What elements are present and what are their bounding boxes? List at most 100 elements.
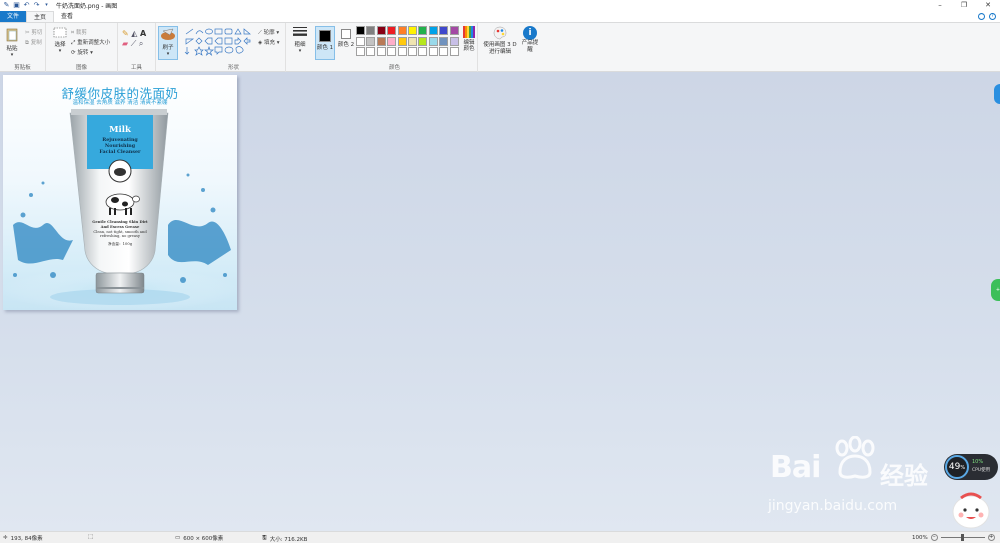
palette-color-swatch[interactable] [439,36,449,46]
zoom-out-icon[interactable]: – [930,534,938,541]
palette-color-swatch[interactable] [428,26,438,35]
ribbon-tabs: 文件 主页 查看 ⌃ ? [0,11,1000,22]
tab-view[interactable]: 查看 [54,11,80,22]
zoom-slider[interactable] [940,534,985,541]
palette-color-swatch[interactable] [356,26,365,35]
save-icon[interactable]: ▣ [13,2,20,9]
cursor-position: ✛ 193, 84像素 [3,534,43,542]
palette-color-swatch[interactable] [439,47,449,56]
palette-color-swatch[interactable] [397,26,407,35]
image-dimensions: ▭ 600 × 600像素 [175,534,223,542]
undo-icon[interactable]: ↶ [23,2,30,9]
tools-group: ✎ ◭ A ▰ ⟋ ⌕ 工具 [118,23,156,72]
palette-color-swatch[interactable] [387,36,397,46]
product-brand: Milk [109,125,131,135]
color1-label: 颜色 1 [316,45,334,51]
copy-button[interactable]: ⧉ 复制 [25,38,42,47]
watermark-cn: 经验 [880,462,928,490]
palette-color-swatch[interactable] [449,47,459,56]
palette-color-swatch[interactable] [387,47,397,56]
tools-group-label: 工具 [130,65,142,71]
clipboard-group-label: 剪贴板 [14,65,31,71]
palette-color-swatch[interactable] [376,26,386,35]
customize-qa-chevron-icon[interactable]: ▾ [43,2,50,9]
maximize-button[interactable]: ❐ [952,0,976,11]
selection-size: ⬚ [88,534,93,540]
palette-color-swatch[interactable] [418,36,428,46]
palette-color-swatch[interactable] [449,36,459,46]
eraser-icon[interactable]: ▰ [122,39,128,48]
clipboard-group: 粘贴 ▾ ✂ 剪切 ⧉ 复制 剪贴板 [0,23,46,72]
product-alert-button[interactable]: i 产品提醒 [520,26,540,53]
info-icon: i [523,26,537,40]
zoom-controls: 100% – + [912,534,995,541]
product-name-block: Rejuvenating Nourishing Facial Cleanser [87,137,153,155]
close-button[interactable]: ✕ [976,0,1000,11]
paste-button[interactable]: 粘贴 ▾ [3,27,21,58]
size-button[interactable]: 粗细 ▾ [290,26,310,54]
clipboard-icon [6,28,18,42]
palette-color-swatch[interactable] [449,26,459,35]
tab-file[interactable]: 文件 [0,11,27,22]
line-size-icon [293,27,307,36]
image-group: 选择 ▾ ⌗ 裁剪 ⤢ 重新调整大小 ⟳ 旋转 ▾ 图像 [46,23,118,72]
palette-color-swatch[interactable] [397,47,407,56]
image-dimensions-text: 600 × 600像素 [183,536,224,542]
magnifier-icon[interactable]: ⌕ [139,39,143,48]
shapes-group: ⟋ 轮廓 ▾ ◈ 填充 ▾ 形状 [182,23,286,72]
color2-swatch [341,29,351,39]
color2-label: 颜色 2 [337,42,355,48]
palette-color-swatch[interactable] [366,26,376,35]
palette-color-swatch[interactable] [408,26,417,35]
cursor-position-text: 193, 84像素 [10,536,43,542]
palette-color-swatch[interactable] [408,36,417,46]
select-button[interactable]: 选择 ▾ [50,27,70,54]
palette-color-swatch[interactable] [408,47,417,56]
fill-button[interactable]: ◈ 填充 ▾ [258,38,280,46]
palette-color-swatch[interactable] [366,36,376,46]
color-picker-icon[interactable]: ⟋ [131,39,137,48]
crop-button[interactable]: ⌗ 裁剪 [71,28,87,37]
palette-color-swatch[interactable] [366,47,376,56]
palette-color-swatch[interactable] [439,26,449,35]
palette-color-swatch[interactable] [356,47,365,56]
shapes-group-label: 形状 [227,65,239,71]
side-float-green[interactable]: + [991,279,1000,301]
cpu-unit: % [960,465,966,471]
image-canvas[interactable]: 舒缓你皮肤的洗面奶 温和保湿 去角质 滋养 清洁 清爽不紧绷 Milk Reju… [3,75,237,310]
palette-color-swatch[interactable] [397,36,407,46]
file-size: 🖫 大小: 716.2KB [262,534,307,543]
paint3d-button[interactable]: 使用画图 3 D 进行编辑 [482,26,518,55]
product-net-weight: 净含量：100g [107,242,133,247]
resize-button[interactable]: ⤢ 重新调整大小 [71,38,110,47]
palette-color-swatch[interactable] [376,36,386,46]
text-tool-icon[interactable]: A [140,29,146,38]
collapse-ribbon-icon[interactable]: ⌃ [978,13,985,20]
outline-button[interactable]: ⟋ 轮廓 ▾ [258,28,279,37]
redo-icon[interactable]: ↷ [33,2,40,9]
cpu-widget[interactable]: 49% 10% CPU使用 [944,454,998,480]
palette-color-swatch[interactable] [418,47,428,56]
palette-color-swatch[interactable] [356,36,365,46]
zoom-in-icon[interactable]: + [987,534,995,541]
cut-button[interactable]: ✂ 剪切 [25,28,42,36]
palette-color-swatch[interactable] [418,26,428,35]
brushes-button[interactable]: 刷子 ▾ [158,26,178,60]
minimize-button[interactable]: – [928,0,952,11]
mascot-icon[interactable] [948,486,994,532]
palette-color-swatch[interactable] [428,47,438,56]
color1-button[interactable]: 颜色 1 [315,26,335,60]
cpu-gauge: 49% [945,455,969,479]
edit-colors-button[interactable]: 编辑颜色 [462,26,476,52]
palette-color-swatch[interactable] [428,36,438,46]
color2-button[interactable]: 颜色 2 [337,26,355,48]
pencil-icon[interactable]: ✎ [122,29,129,38]
shapes-gallery[interactable] [184,28,256,56]
tab-home[interactable]: 主页 [26,11,55,22]
fill-bucket-icon[interactable]: ◭ [131,29,137,38]
rotate-button[interactable]: ⟳ 旋转 ▾ [71,48,93,56]
side-float-blue[interactable] [994,84,1000,104]
palette-color-swatch[interactable] [376,47,386,56]
palette-color-swatch[interactable] [387,26,397,35]
help-icon[interactable]: ? [989,13,996,20]
